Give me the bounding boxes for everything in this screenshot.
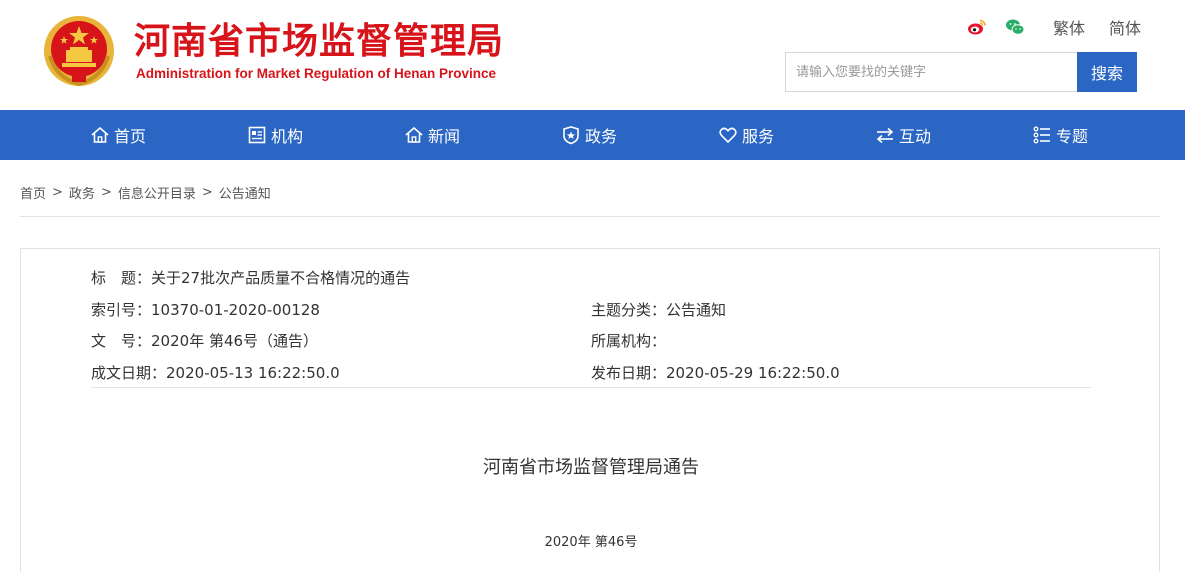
search-input[interactable] xyxy=(785,52,1077,92)
nav-label: 政务 xyxy=(585,127,618,146)
lang-simplified-link[interactable]: 简体 xyxy=(1109,15,1141,39)
interact-icon xyxy=(876,127,894,144)
breadcrumb: 首页 > 政务 > 信息公开目录 > 公告通知 xyxy=(20,183,271,202)
gov-icon xyxy=(563,126,579,145)
home-icon xyxy=(91,126,109,143)
breadcrumb-separator: > xyxy=(52,185,63,200)
search-bar: 搜索 xyxy=(785,52,1137,92)
article-container: 标 题：关于27批次产品质量不合格情况的通告 索引号：10370-01-2020… xyxy=(20,248,1160,572)
national-emblem-logo[interactable] xyxy=(42,14,116,88)
breadcrumb-divider xyxy=(20,216,1160,217)
meta-docno-value: 2020年 第46号（通告） xyxy=(151,332,319,350)
nav-item-news[interactable]: 新闻 xyxy=(404,110,460,160)
breadcrumb-separator: > xyxy=(100,185,112,200)
meta-title-label: 标 题： xyxy=(91,269,152,287)
meta-category-label: 主题分类： xyxy=(591,301,667,319)
nav-label: 新闻 xyxy=(428,127,461,146)
meta-category: 主题分类：公告通知 xyxy=(591,299,726,320)
nav-label: 专题 xyxy=(1056,127,1089,146)
nav-item-service[interactable]: 服务 xyxy=(718,110,774,160)
nav-label: 机构 xyxy=(271,127,304,146)
meta-published: 发布日期：2020-05-29 16:22:50.0 xyxy=(591,362,840,383)
nav-item-home[interactable]: 首页 xyxy=(90,110,146,160)
breadcrumb-link-notice[interactable]: 公告通知 xyxy=(219,183,271,202)
document-title: 河南省市场监督管理局通告 xyxy=(483,457,699,478)
nav-item-topic[interactable]: 专题 xyxy=(1032,110,1088,160)
org-icon xyxy=(248,126,266,144)
meta-created-label: 成文日期： xyxy=(91,364,167,382)
weibo-icon[interactable] xyxy=(967,17,987,37)
meta-docno: 文 号：2020年 第46号（通告） xyxy=(91,330,318,351)
topic-icon xyxy=(1033,126,1050,144)
site-subtitle: Administration for Market Regulation of … xyxy=(136,66,497,81)
meta-docno-label: 文 号： xyxy=(91,332,152,350)
breadcrumb-link-gov[interactable]: 政务 xyxy=(69,183,95,202)
meta-index-label: 索引号： xyxy=(91,301,152,319)
top-links: 繁体 简体 xyxy=(967,16,1141,38)
meta-index-value: 10370-01-2020-00128 xyxy=(151,301,320,319)
document-number: 2020年 第46号 xyxy=(544,535,638,550)
breadcrumb-link-catalog[interactable]: 信息公开目录 xyxy=(118,183,196,202)
meta-org-label: 所属机构： xyxy=(591,332,667,350)
nav-label: 服务 xyxy=(742,127,775,146)
meta-created: 成文日期：2020-05-13 16:22:50.0 xyxy=(91,362,340,383)
nav-label: 首页 xyxy=(114,127,147,146)
meta-published-value: 2020-05-29 16:22:50.0 xyxy=(666,364,840,382)
main-nav: 首页 机构 新闻 政务 服务 互动 专题 xyxy=(0,110,1185,160)
meta-category-value: 公告通知 xyxy=(666,301,727,319)
service-icon xyxy=(719,127,737,144)
lang-traditional-link[interactable]: 繁体 xyxy=(1053,15,1085,39)
search-button[interactable]: 搜索 xyxy=(1077,52,1137,92)
news-icon xyxy=(405,126,423,143)
wechat-icon[interactable] xyxy=(1005,17,1025,37)
nav-item-interact[interactable]: 互动 xyxy=(875,110,931,160)
meta-divider xyxy=(91,387,1091,388)
nav-label: 互动 xyxy=(899,127,932,146)
meta-org: 所属机构： xyxy=(591,330,666,351)
meta-published-label: 发布日期： xyxy=(591,364,667,382)
site-header: 河南省市场监督管理局 Administration for Market Reg… xyxy=(0,0,1185,110)
meta-index: 索引号：10370-01-2020-00128 xyxy=(91,299,320,320)
breadcrumb-link-home[interactable]: 首页 xyxy=(20,183,46,202)
nav-item-gov[interactable]: 政务 xyxy=(561,110,617,160)
nav-item-org[interactable]: 机构 xyxy=(247,110,303,160)
meta-created-value: 2020-05-13 16:22:50.0 xyxy=(166,364,340,382)
site-title[interactable]: 河南省市场监督管理局 xyxy=(134,20,504,64)
meta-title: 标 题：关于27批次产品质量不合格情况的通告 xyxy=(91,267,410,288)
breadcrumb-separator: > xyxy=(201,185,213,200)
meta-title-value: 关于27批次产品质量不合格情况的通告 xyxy=(151,269,411,287)
